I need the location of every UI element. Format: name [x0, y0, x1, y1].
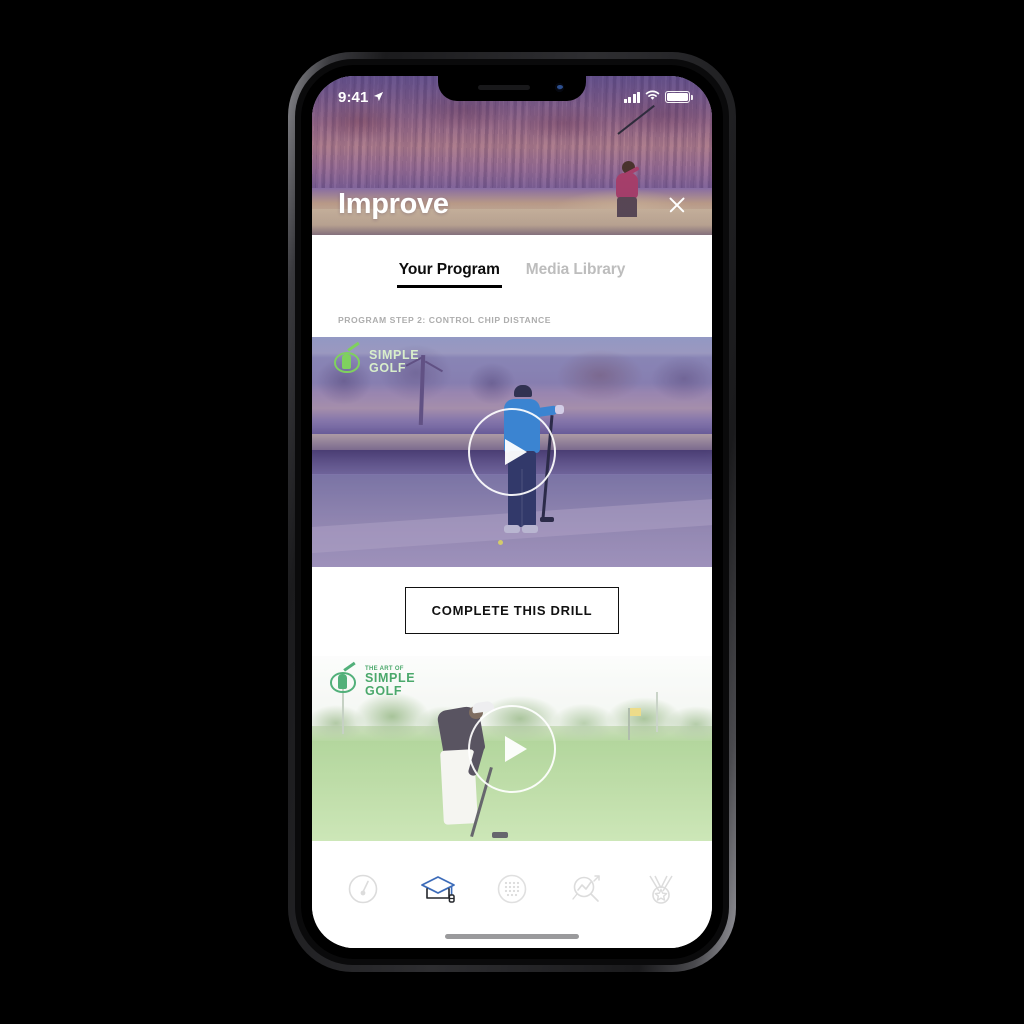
screenshot-stage: 9:41 Improve Your Program Media Library …: [0, 0, 1024, 1024]
front-camera: [555, 83, 564, 92]
medal-icon: [643, 872, 679, 911]
earpiece-speaker: [478, 85, 530, 90]
home-indicator[interactable]: [445, 934, 579, 939]
status-bar-time: 9:41: [338, 88, 369, 106]
location-arrow-icon: [373, 89, 384, 106]
golf-swing-logo-icon: [334, 341, 364, 375]
close-icon[interactable]: [664, 192, 690, 218]
watermark-text: SIMPLE GOLF: [369, 348, 420, 375]
program-step-label: PROGRAM STEP 2: CONTROL CHIP DISTANCE: [312, 309, 712, 337]
analytics-search-icon: [568, 872, 604, 911]
secondary-video-card[interactable]: THE ART OF SIMPLE GOLF: [312, 656, 712, 841]
complete-this-drill-button[interactable]: COMPLETE THIS DRILL: [404, 587, 620, 634]
golf-swing-logo-icon: [330, 661, 360, 695]
hero-title-row: Improve: [312, 190, 712, 219]
tabbar-item-practice[interactable]: [485, 868, 539, 914]
status-bar-right: [623, 88, 693, 106]
bottom-tab-bar: [312, 860, 712, 948]
simple-golf-watermark: SIMPLE GOLF: [334, 341, 420, 375]
play-icon[interactable]: [468, 408, 556, 496]
phone-screen: 9:41 Improve Your Program Media Library …: [312, 76, 712, 948]
battery-icon: [665, 91, 693, 103]
drill-video-card[interactable]: SIMPLE GOLF: [312, 337, 712, 567]
notch: [438, 76, 586, 101]
gauge-icon: [346, 872, 380, 911]
tabbar-item-improve[interactable]: [411, 868, 465, 914]
cellular-signal-icon: [623, 91, 640, 103]
graduation-cap-icon: [419, 872, 457, 911]
golf-ball-icon: [495, 872, 529, 911]
tab-your-program[interactable]: Your Program: [396, 257, 502, 288]
page-title: Improve: [338, 188, 449, 220]
tab-media-library[interactable]: Media Library: [524, 257, 627, 288]
art-of-simple-golf-watermark: THE ART OF SIMPLE GOLF: [330, 661, 416, 698]
tabbar-item-dashboard[interactable]: [336, 868, 390, 914]
tabbar-item-awards[interactable]: [634, 868, 688, 914]
play-triangle: [504, 735, 527, 762]
wifi-icon: [645, 88, 660, 106]
tabbar-item-stats[interactable]: [559, 868, 613, 914]
hero-bottom-shadow: [312, 225, 712, 235]
watermark-text: THE ART OF SIMPLE GOLF: [365, 666, 416, 698]
play-triangle: [504, 439, 527, 465]
segment-tabs: Your Program Media Library: [312, 235, 712, 309]
play-icon[interactable]: [468, 704, 556, 793]
tab-bar-items: [312, 860, 712, 918]
status-bar-left: 9:41: [338, 89, 384, 106]
drill-button-row: COMPLETE THIS DRILL: [312, 567, 712, 656]
